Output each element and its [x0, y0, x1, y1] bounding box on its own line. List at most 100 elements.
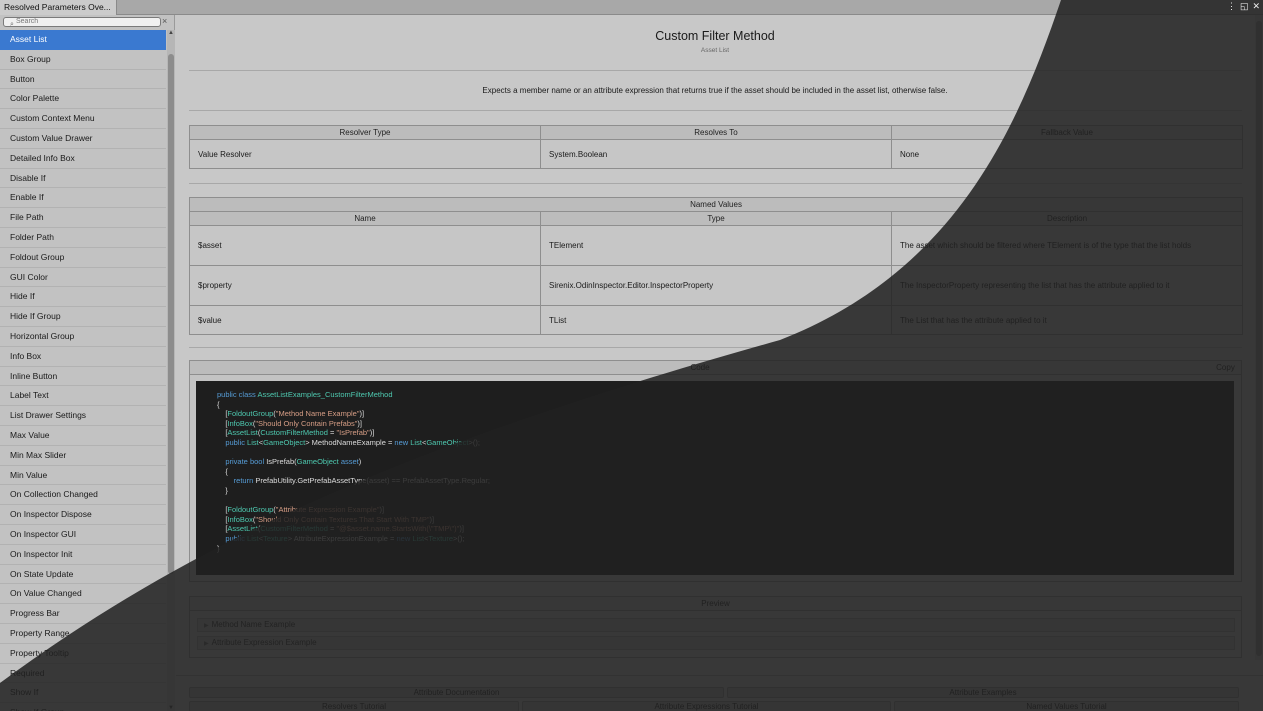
main-scrollbar[interactable]: [1255, 15, 1263, 660]
divider: [189, 183, 1242, 184]
sidebar-item-box-group[interactable]: Box Group: [0, 50, 166, 70]
window-tab[interactable]: Resolved Parameters Ove...: [0, 0, 117, 15]
copy-button[interactable]: Copy: [1210, 361, 1241, 375]
sidebar-item-min-max-slider[interactable]: Min Max Slider: [0, 446, 166, 466]
foldout-method-name-example[interactable]: ▶ Method Name Example: [197, 618, 1235, 632]
resolver-table: Resolver Type Resolves To Fallback Value…: [189, 125, 1243, 169]
sidebar-item-custom-value-drawer[interactable]: Custom Value Drawer: [0, 129, 166, 149]
bottom-button-bar: Attribute Documentation Attribute Exampl…: [176, 675, 1263, 711]
more-menu-icon[interactable]: ⋮: [1227, 1, 1236, 14]
search-placeholder: Search: [16, 18, 39, 25]
sidebar-item-color-palette[interactable]: Color Palette: [0, 89, 166, 110]
table-cell: The InspectorProperty representing the l…: [890, 265, 1244, 306]
sidebar-item-show-if-group[interactable]: Show If Group: [0, 703, 166, 711]
sidebar-item-on-state-update[interactable]: On State Update: [0, 565, 166, 585]
sidebar-item-hide-if-group[interactable]: Hide If Group: [0, 307, 166, 327]
table-row: $property Sirenix.OdinInspector.Editor.I…: [189, 265, 1244, 306]
sidebar-item-folder-path[interactable]: Folder Path: [0, 228, 166, 248]
sidebar-item-gui-color[interactable]: GUI Color: [0, 268, 166, 288]
column-header: Description: [890, 211, 1244, 226]
table-cell: TElement: [540, 225, 892, 266]
preview-section: Preview ▶ Method Name Example ▶ Attribute …: [189, 596, 1242, 658]
sidebar-item-property-tooltip[interactable]: Property Tooltip: [0, 644, 166, 664]
attribute-examples-button[interactable]: Attribute Examples: [727, 687, 1239, 698]
table-title: Named Values: [188, 197, 1244, 212]
sidebar-item-asset-list[interactable]: Asset List: [0, 30, 166, 50]
table-cell: Value Resolver: [189, 139, 541, 169]
scroll-up-icon[interactable]: ▲: [168, 30, 174, 36]
page-title: Custom Filter Method: [655, 29, 775, 43]
table-cell: $property: [189, 265, 541, 306]
table-cell: None: [891, 139, 1243, 169]
sidebar-item-label-text[interactable]: Label Text: [0, 386, 166, 407]
sidebar-item-max-value[interactable]: Max Value: [0, 426, 166, 446]
sidebar-item-min-value[interactable]: Min Value: [0, 466, 166, 486]
divider: [189, 110, 1242, 111]
search-icon: ⌕: [10, 21, 14, 28]
sidebar-item-on-inspector-gui[interactable]: On Inspector GUI: [0, 525, 166, 545]
sidebar-item-on-value-changed[interactable]: On Value Changed: [0, 584, 166, 605]
table-row: $value TList The List that has the attri…: [189, 305, 1244, 335]
attribute-list: Asset List Box Group Button Color Palette Cu…: [0, 30, 166, 711]
table-cell: TList: [540, 305, 892, 335]
clear-search-icon[interactable]: ×: [162, 16, 167, 26]
sidebar-item-horizontal-group[interactable]: Horizontal Group: [0, 327, 166, 347]
sidebar-scroll-thumb[interactable]: [168, 54, 174, 574]
sidebar-scrollbar[interactable]: ▲ ▼: [167, 30, 175, 711]
column-header: Resolver Type: [189, 125, 541, 140]
close-icon[interactable]: ✕: [1252, 1, 1260, 14]
divider: [189, 347, 1242, 348]
scroll-down-icon[interactable]: ▼: [168, 705, 174, 711]
description: Expects a member name or an attribute ex…: [482, 86, 948, 95]
preview-title: Preview: [190, 597, 1241, 611]
sidebar-item-progress-bar[interactable]: Progress Bar: [0, 604, 166, 624]
table-row: $asset TElement The asset which should b…: [189, 225, 1244, 266]
table-cell: Sirenix.OdinInspector.Editor.InspectorPr…: [540, 265, 892, 306]
main-panel: Custom Filter Method Asset List Expects …: [176, 15, 1254, 675]
sidebar-item-file-path[interactable]: File Path: [0, 208, 166, 228]
sidebar-item-property-range[interactable]: Property Range: [0, 624, 166, 644]
maximize-icon[interactable]: ◱: [1240, 1, 1249, 14]
sidebar-item-hide-if[interactable]: Hide If: [0, 287, 166, 308]
triangle-right-icon: ▶: [204, 623, 209, 629]
column-header: Type: [540, 211, 892, 226]
attribute-documentation-button[interactable]: Attribute Documentation: [189, 687, 724, 698]
named-values-tutorial-button[interactable]: Named Values Tutorial: [894, 701, 1239, 711]
table-cell: $value: [189, 305, 541, 335]
sidebar-item-button[interactable]: Button: [0, 70, 166, 90]
sidebar: ⌕ Search × Asset List Box Group Button Colo…: [0, 15, 175, 711]
column-header: Name: [189, 211, 541, 226]
sidebar-item-required[interactable]: Required: [0, 664, 166, 684]
window-controls: ⋮ ◱ ✕: [1227, 1, 1260, 14]
table-cell: System.Boolean: [540, 139, 892, 169]
foldout-attribute-expression-example[interactable]: ▶ Attribute Expression Example: [197, 636, 1235, 650]
sidebar-item-on-inspector-dispose[interactable]: On Inspector Dispose: [0, 505, 166, 525]
attribute-expressions-tutorial-button[interactable]: Attribute Expressions Tutorial: [522, 701, 891, 711]
page-subtitle: Asset List: [700, 47, 730, 54]
sidebar-item-on-collection-changed[interactable]: On Collection Changed: [0, 485, 166, 506]
title-bar: Resolved Parameters Ove... ⋮ ◱ ✕: [0, 0, 1263, 15]
sidebar-item-show-if[interactable]: Show If: [0, 683, 166, 704]
table-cell: The asset which should be filtered where…: [890, 225, 1244, 266]
search-input[interactable]: ⌕ Search: [3, 17, 161, 28]
divider: [189, 70, 1242, 71]
foldout-label: Attribute Expression Example: [211, 638, 317, 647]
sidebar-item-disable-if[interactable]: Disable If: [0, 169, 166, 189]
code-block[interactable]: public class AssetListExamples_CustomFil…: [196, 381, 1234, 575]
sidebar-item-info-box[interactable]: Info Box: [0, 347, 166, 367]
code-title: Code: [190, 361, 1211, 375]
table-cell: The List that has the attribute applied …: [890, 305, 1244, 335]
resolvers-tutorial-button[interactable]: Resolvers Tutorial: [189, 701, 519, 711]
named-values-table: Named Values Name Type Description $asse…: [188, 197, 1244, 335]
column-header: Resolves To: [540, 125, 892, 140]
sidebar-item-custom-context-menu[interactable]: Custom Context Menu: [0, 109, 166, 129]
sidebar-item-enable-if[interactable]: Enable If: [0, 188, 166, 209]
main-scroll-thumb[interactable]: [1256, 21, 1262, 656]
sidebar-item-detailed-info-box[interactable]: Detailed Info Box: [0, 149, 166, 169]
sidebar-item-list-drawer-settings[interactable]: List Drawer Settings: [0, 406, 166, 426]
sidebar-item-inline-button[interactable]: Inline Button: [0, 367, 166, 387]
table-cell: $asset: [189, 225, 541, 266]
sidebar-item-on-inspector-init[interactable]: On Inspector Init: [0, 545, 166, 565]
column-header: Fallback Value: [891, 125, 1243, 140]
sidebar-item-foldout-group[interactable]: Foldout Group: [0, 248, 166, 268]
